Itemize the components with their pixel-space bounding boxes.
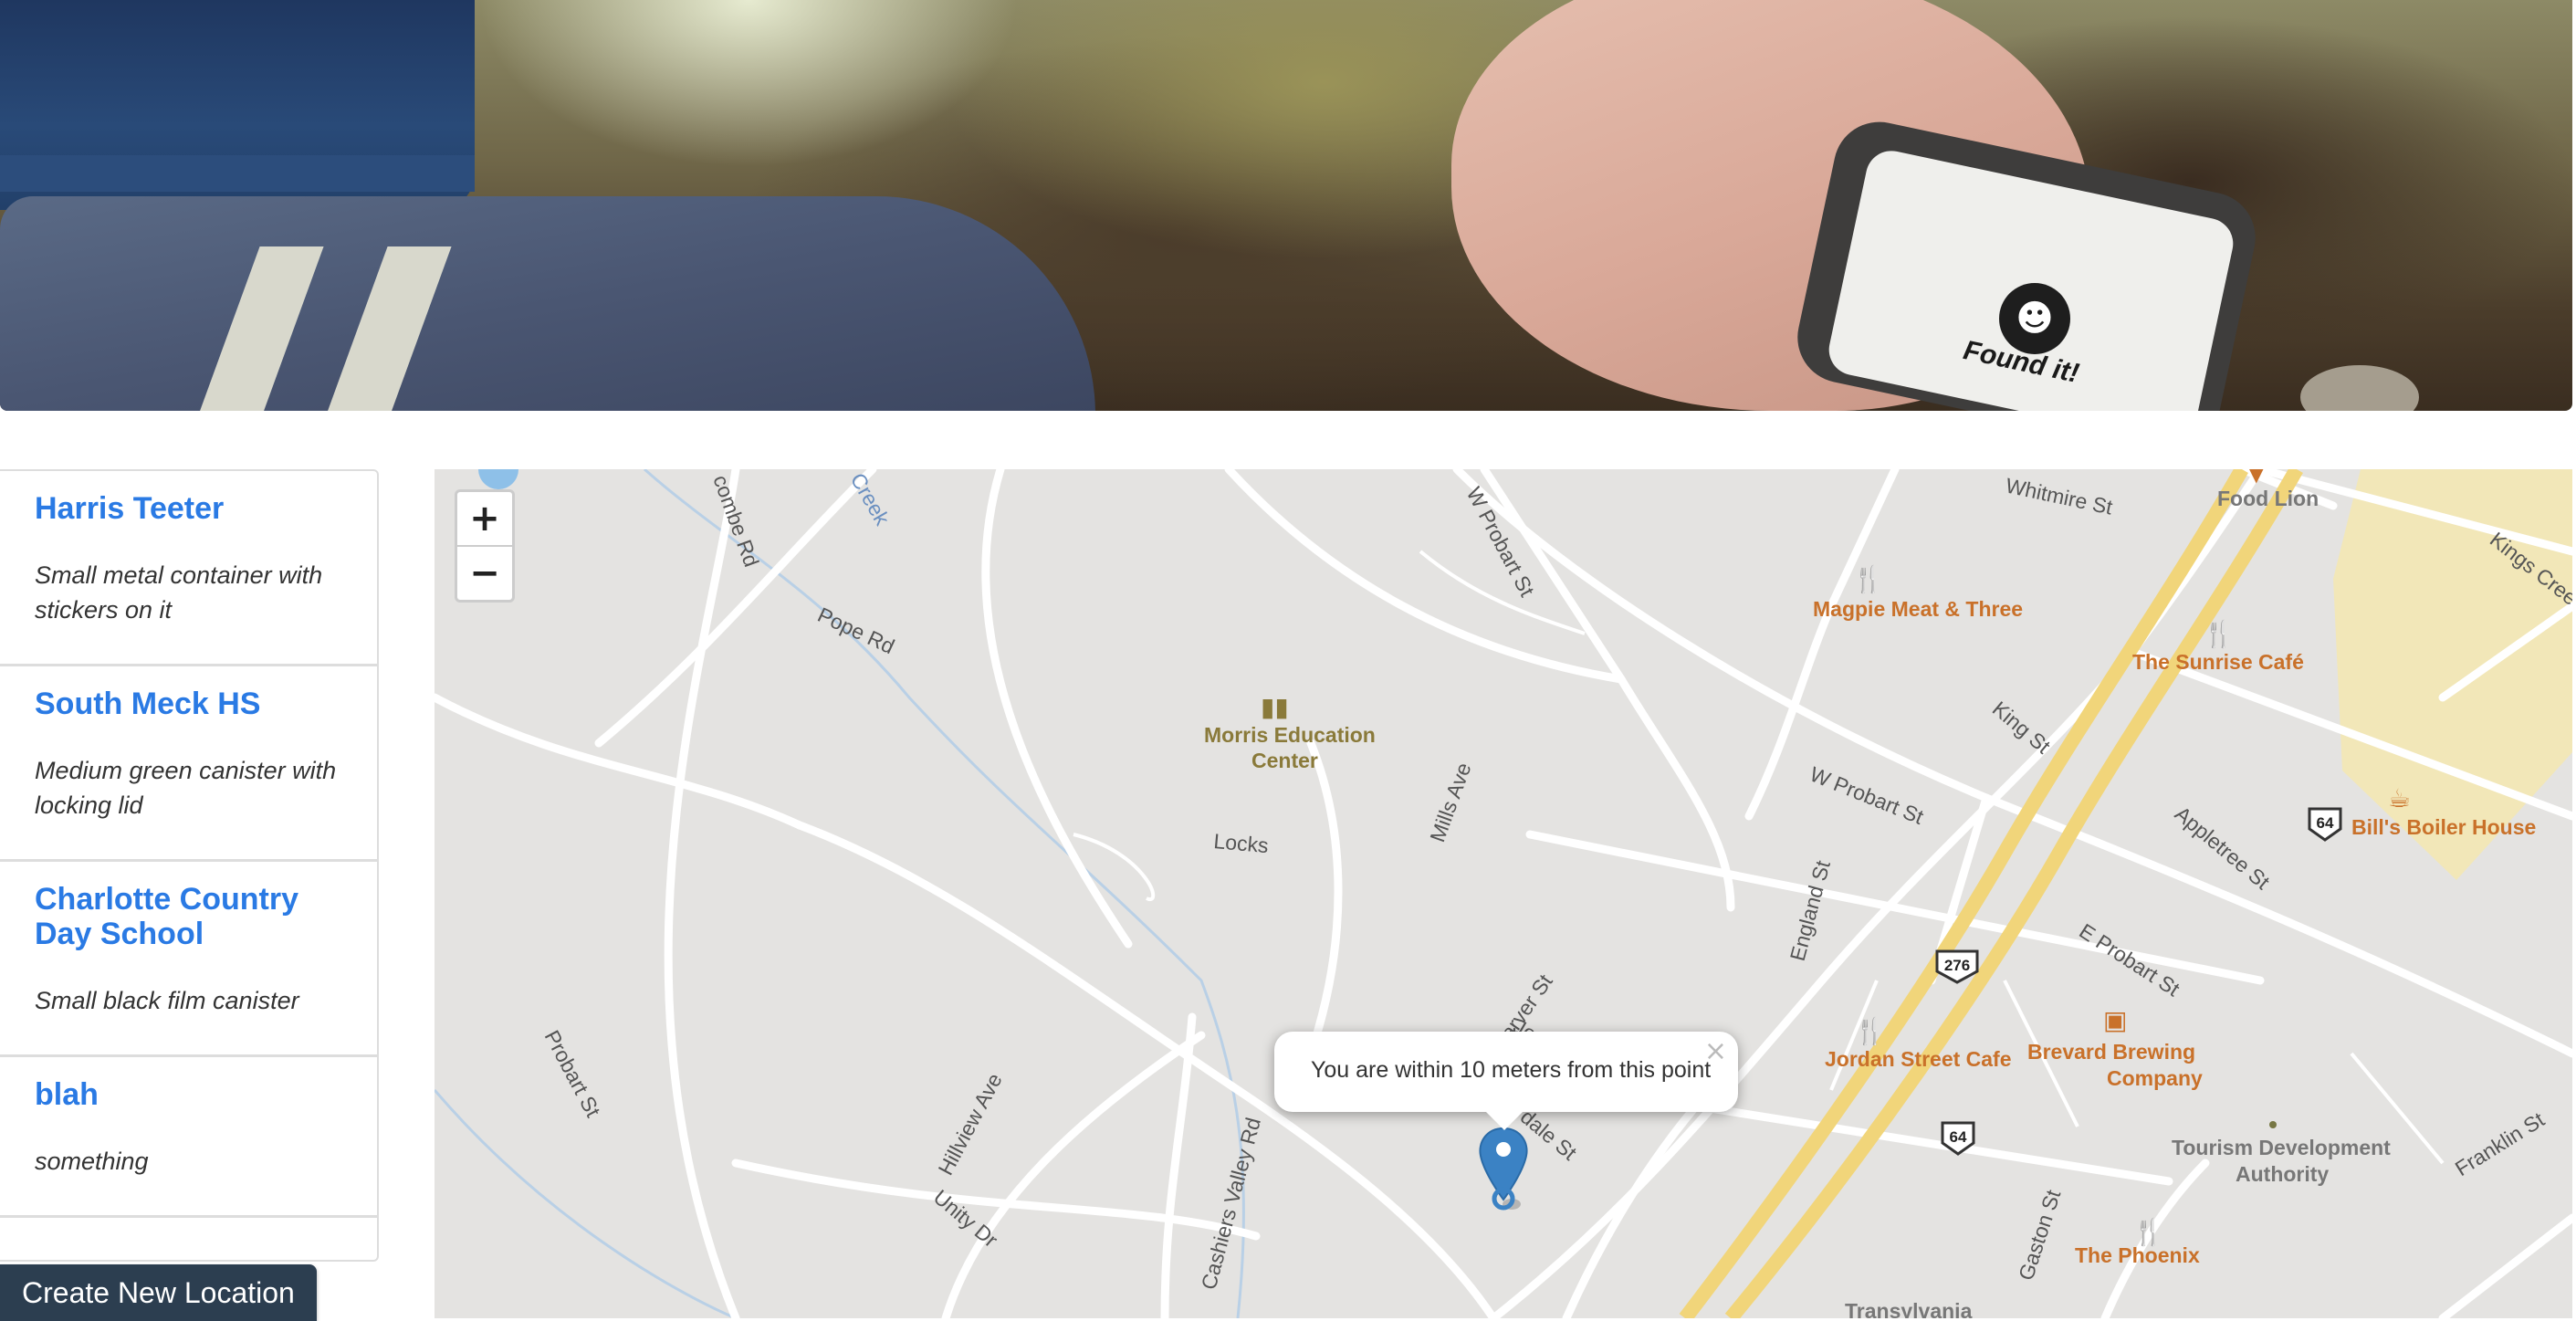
popup-text: You are within 10 meters from this point xyxy=(1311,1057,1712,1083)
hero-shoe xyxy=(0,196,1095,411)
restaurant-icon: 🍴 xyxy=(2132,1217,2164,1247)
poi-label: Jordan Street Cafe xyxy=(1825,1047,2012,1071)
poi-label: Transylvania xyxy=(1845,1299,1973,1318)
cafe-icon: ☕ xyxy=(2388,783,2411,813)
poi-label: Company xyxy=(2107,1066,2203,1090)
poi-label: Brevard Brewing xyxy=(2027,1040,2195,1064)
locations-list: Harris Teeter Small metal container with… xyxy=(0,469,379,1262)
street-label: King St xyxy=(1988,697,2056,759)
street-label: Whitmire St xyxy=(2004,473,2115,519)
street-label: W Probart St xyxy=(1806,762,1927,830)
street-label: Mills Ave xyxy=(1425,760,1475,845)
school-icon: ▮▮ xyxy=(1261,692,1289,722)
brewery-icon: ▣ xyxy=(2103,1005,2127,1035)
route-number: 64 xyxy=(1950,1128,1967,1146)
map-stream xyxy=(435,1089,737,1318)
list-item[interactable]: South Meck HS Medium green canister with… xyxy=(0,666,377,862)
street-label: Probart St xyxy=(540,1026,606,1121)
route-number: 64 xyxy=(2317,814,2334,832)
location-description: something xyxy=(35,1148,149,1175)
poi-label: Authority xyxy=(2236,1162,2329,1186)
street-label: Creek xyxy=(846,469,895,529)
restaurant-icon: 🍴 xyxy=(2203,619,2235,649)
street-label: Gaston St xyxy=(2014,1187,2066,1284)
street-label: Pope Rd xyxy=(814,603,898,658)
location-title[interactable]: South Meck HS xyxy=(35,666,342,721)
close-icon[interactable]: × xyxy=(1704,1035,1727,1067)
street-label: Franklin St xyxy=(2451,1107,2550,1181)
poi-label: Magpie Meat & Three xyxy=(1813,597,2023,621)
poi-label: Bill's Boiler House xyxy=(2351,815,2536,839)
map-view[interactable]: Whitmire St W Probart St W Probart St Po… xyxy=(435,469,2572,1318)
shop-icon: ▼ xyxy=(2246,469,2267,487)
location-description: Small metal container with stickers on i… xyxy=(35,561,323,624)
street-label: Locks xyxy=(1213,829,1270,857)
list-item[interactable]: Harris Teeter Small metal container with… xyxy=(0,471,377,666)
poi-label: Morris Education xyxy=(1204,723,1376,747)
street-label: Cashiers Valley Rd xyxy=(1197,1115,1265,1292)
hero-jeans-cuff xyxy=(0,155,475,192)
poi-label: Center xyxy=(1251,749,1318,772)
location-description: Medium green canister with locking lid xyxy=(35,757,337,819)
hero-banner: ☻ Found it! xyxy=(0,0,2572,411)
map-pond xyxy=(478,469,518,489)
street-label: England St xyxy=(1785,857,1835,963)
zoom-control: + − xyxy=(455,489,515,603)
list-item[interactable]: Charlotte Country Day School Small black… xyxy=(0,862,377,1057)
location-title[interactable]: Harris Teeter xyxy=(35,471,342,526)
hero-pebble xyxy=(2300,365,2419,411)
restaurant-icon: 🍴 xyxy=(1854,1016,1886,1046)
location-description: Small black film canister xyxy=(35,987,299,1014)
zoom-out-button[interactable]: − xyxy=(457,545,512,600)
create-new-location-button[interactable]: Create New Location xyxy=(0,1264,317,1321)
restaurant-icon: 🍴 xyxy=(1852,564,1884,594)
map-popup: You are within 10 meters from this point… xyxy=(1274,1032,1738,1130)
poi-dot-icon xyxy=(2269,1121,2277,1128)
poi-label: Tourism Development xyxy=(2172,1136,2391,1159)
location-title[interactable]: blah xyxy=(35,1057,342,1112)
poi-label: Food Lion xyxy=(2217,487,2319,510)
poi-label: The Sunrise Café xyxy=(2132,650,2304,674)
street-label: Hillview Ave xyxy=(933,1069,1006,1179)
location-title[interactable]: Charlotte Country Day School xyxy=(35,862,342,951)
list-item[interactable]: blah something xyxy=(0,1057,377,1218)
route-number: 276 xyxy=(1944,957,1970,974)
location-marker-icon[interactable] xyxy=(1479,1127,1528,1211)
zoom-in-button[interactable]: + xyxy=(457,492,512,545)
map-tiles: Whitmire St W Probart St W Probart St Po… xyxy=(435,469,2572,1318)
